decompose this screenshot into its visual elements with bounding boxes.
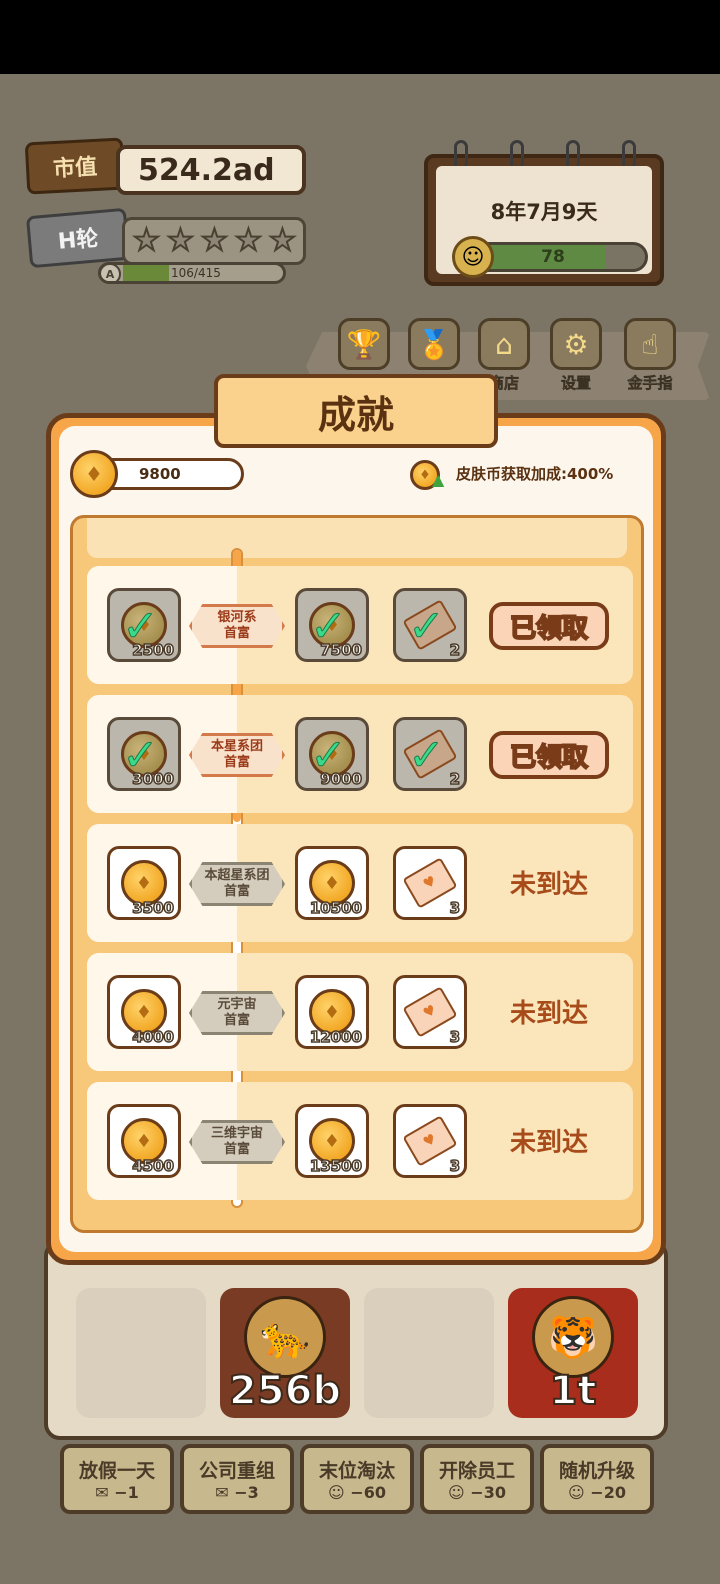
ticket-icon: ✉ <box>95 1483 109 1502</box>
reward-slot: ♦ ✓ 2500 <box>107 588 181 662</box>
market-value-tag: 市值 <box>24 137 126 195</box>
milestone-label: 本超星系团 首富 <box>189 862 285 906</box>
trophy-icon: 🏆 <box>338 318 390 370</box>
reward-slot: ♥ 3 <box>393 975 467 1049</box>
ticket-icon: ✉ <box>215 1483 229 1502</box>
reward-slot: ♦ 10500 <box>295 846 369 920</box>
menu-item-golden-finger[interactable]: ☝ 金手指 <box>616 318 684 393</box>
reward-slot: ♦ ✓ 9000 <box>295 717 369 791</box>
not-reached-label: 未到达 <box>509 870 588 900</box>
employee-grid: 🐆 256b 🐯 1t <box>44 1240 668 1440</box>
star-icon: ★ <box>200 223 229 258</box>
reward-slot: ✓ 2 <box>393 588 467 662</box>
rating-stars: ★ ★ ★ ★ ★ <box>122 217 306 265</box>
shop-icon: ⌂ <box>478 318 530 370</box>
grade-badge: A <box>101 265 121 281</box>
market-value-label: 市值 <box>52 154 98 183</box>
menu-item-trophy[interactable]: 🏆 <box>330 318 398 372</box>
action-day-off-button[interactable]: 放假一天 ✉ −1 <box>60 1444 174 1514</box>
reward-slot: ♦ 13500 <box>295 1104 369 1178</box>
claimed-button[interactable]: 已领取 <box>489 602 609 650</box>
character-value: 1t <box>549 1367 598 1415</box>
reward-slot: ✓ 2 <box>393 717 467 791</box>
checkmark-icon: ✓ <box>408 601 446 653</box>
action-eliminate-last-button[interactable]: 末位淘汰 ☺ −60 <box>300 1444 414 1514</box>
reward-slot: ♦ ✓ 3000 <box>107 717 181 791</box>
market-value-display: 524.2ad <box>116 145 306 195</box>
character-value: 256b <box>228 1367 342 1415</box>
menu-item-medal[interactable]: 🏅 <box>400 318 468 372</box>
not-reached-label: 未到达 <box>509 999 588 1029</box>
game-date: 8年7月9天 <box>490 200 598 224</box>
modal-title: 成就 <box>214 374 498 448</box>
grid-cell-empty[interactable] <box>364 1288 494 1418</box>
experience-bar-fill <box>123 265 170 281</box>
milestone-label: 元宇宙 首富 <box>189 991 285 1035</box>
star-icon: ★ <box>166 223 195 258</box>
reward-slot: ♦ 12000 <box>295 975 369 1049</box>
star-icon: ★ <box>268 223 297 258</box>
achievement-row: ♦ ✓ 2500 银河系 首富 ♦ ✓ 7500 ✓ 2 已领取 <box>87 566 633 684</box>
claimed-button[interactable]: 已领取 <box>489 731 609 779</box>
menu-item-settings[interactable]: ⚙ 设置 <box>542 318 610 393</box>
tiger-character-icon: 🐯 <box>532 1296 614 1378</box>
action-restructure-button[interactable]: 公司重组 ✉ −3 <box>180 1444 294 1514</box>
bonus-text: 皮肤币获取加成:400% <box>456 465 614 483</box>
action-fire-employee-button[interactable]: 开除员工 ☺ −30 <box>420 1444 534 1514</box>
achievement-row: ♦ 3500 本超星系团 首富 ♦ 10500 ♥ 3 未到达 <box>87 824 633 942</box>
achievement-list[interactable]: ♦ ✓ 2500 银河系 首富 ♦ ✓ 7500 ✓ 2 已领取 ♦ ✓ 3000 本星系团 … <box>70 515 644 1233</box>
milestone-label: 银河系 首富 <box>189 604 285 648</box>
status-bar <box>0 0 720 74</box>
reward-slot: ♥ 3 <box>393 846 467 920</box>
checkmark-icon: ✓ <box>408 730 446 782</box>
smiley-icon: ☺ <box>328 1483 345 1502</box>
action-random-upgrade-button[interactable]: 随机升级 ☺ −20 <box>540 1444 654 1514</box>
smiley-icon: ☺ <box>452 236 494 278</box>
arrow-up-icon: ▲ <box>432 470 445 489</box>
calendar: 8年7月9天 78 ☺ <box>424 140 664 286</box>
funding-round-tag: H轮 <box>25 207 131 269</box>
not-reached-label: 未到达 <box>509 1128 588 1158</box>
star-icon: ★ <box>234 223 263 258</box>
funding-round-label: H轮 <box>56 226 100 255</box>
experience-bar: A 106/415 <box>98 262 286 284</box>
reward-slot: ♥ 3 <box>393 1104 467 1178</box>
smiley-icon: ☺ <box>568 1483 585 1502</box>
pointing-hand-icon: ☝ <box>624 318 676 370</box>
smiley-icon: ☺ <box>448 1483 465 1502</box>
list-previous-row-edge <box>87 518 627 558</box>
gear-icon: ⚙ <box>550 318 602 370</box>
star-icon: ★ <box>132 223 161 258</box>
milestone-label: 三维宇宙 首富 <box>189 1120 285 1164</box>
grid-cell-empty[interactable] <box>76 1288 206 1418</box>
reward-slot: ♦ 4000 <box>107 975 181 1049</box>
achievement-row: ♦ ✓ 3000 本星系团 首富 ♦ ✓ 9000 ✓ 2 已领取 <box>87 695 633 813</box>
reward-slot: ♦ ✓ 7500 <box>295 588 369 662</box>
experience-text: 106/415 <box>171 266 221 280</box>
calendar-page: 8年7月9天 78 ☺ <box>436 166 652 278</box>
medal-icon: 🏅 <box>408 318 460 370</box>
jaguar-character-icon: 🐆 <box>244 1296 326 1378</box>
reward-slot: ♦ 4500 <box>107 1104 181 1178</box>
milestone-label: 本星系团 首富 <box>189 733 285 777</box>
achievement-row: ♦ 4000 元宇宙 首富 ♦ 12000 ♥ 3 未到达 <box>87 953 633 1071</box>
reward-slot: ♦ 3500 <box>107 846 181 920</box>
grid-cell-jaguar[interactable]: 🐆 256b <box>220 1288 350 1418</box>
market-value: 524.2ad <box>138 152 275 188</box>
grid-cell-tiger[interactable]: 🐯 1t <box>508 1288 638 1418</box>
achievement-row: ♦ 4500 三维宇宙 首富 ♦ 13500 ♥ 3 未到达 <box>87 1082 633 1200</box>
skin-coin-icon: ♦ <box>70 450 118 498</box>
